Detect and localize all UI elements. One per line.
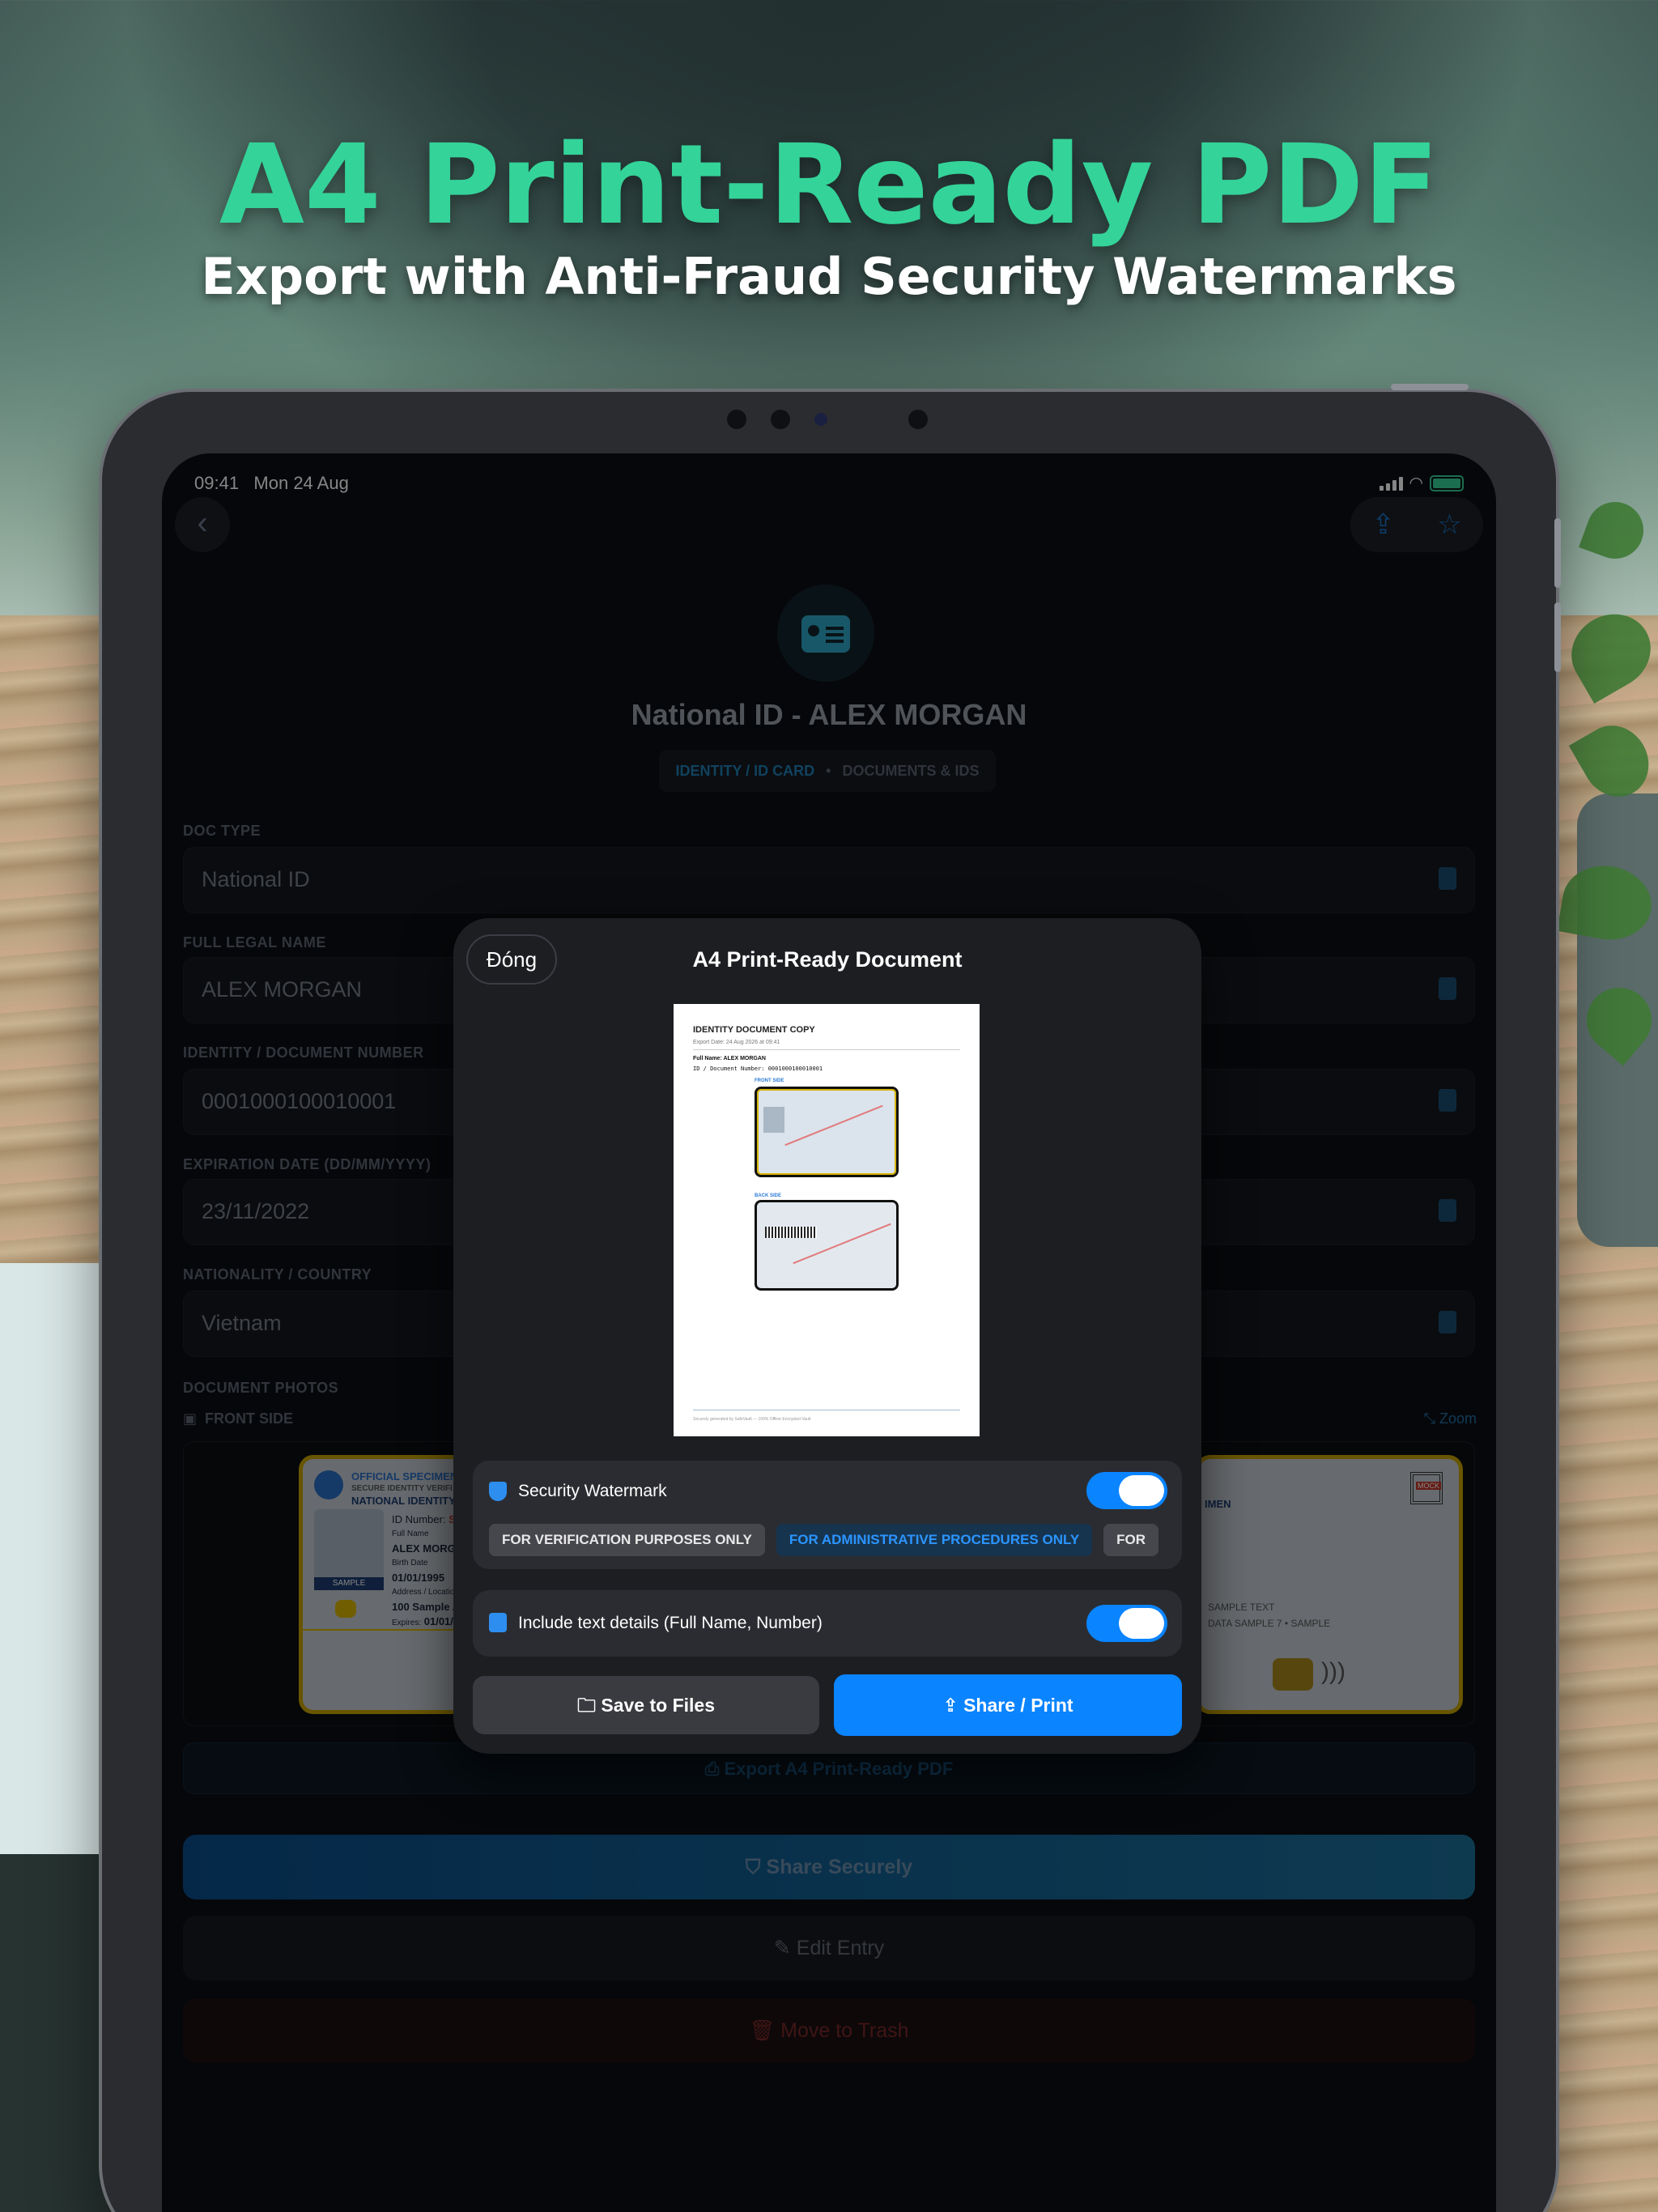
shield-icon (489, 1482, 507, 1501)
marketing-headline: A4 Print-Ready PDF (219, 121, 1439, 249)
device-volume-button (1554, 518, 1561, 588)
watermark-options: FOR VERIFICATION PURPOSES ONLY FOR ADMINI… (489, 1524, 1166, 1556)
tablet-screen: 09:41 Mon 24 Aug ◠ ‹ ⇪ ☆ National ID - A… (162, 453, 1496, 2212)
preview-footer: Securely generated by SafeVault — 100% O… (693, 1417, 811, 1422)
device-top-button (1391, 384, 1469, 390)
watermark-label: Security Watermark (518, 1482, 667, 1500)
camera-lens (771, 410, 790, 429)
preview-back-card (755, 1200, 899, 1291)
camera-lens (727, 410, 746, 429)
barcode-icon (765, 1227, 817, 1238)
share-print-label: Share / Print (963, 1695, 1073, 1716)
watermark-option[interactable]: FOR VERIFICATION PURPOSES ONLY (489, 1524, 765, 1556)
preview-front-label: FRONT SIDE (755, 1078, 784, 1083)
watermark-option-selected[interactable]: FOR ADMINISTRATIVE PROCEDURES ONLY (776, 1524, 1093, 1556)
save-to-files-label: Save to Files (601, 1695, 715, 1716)
preview-front-card (755, 1087, 899, 1177)
preview-id-number: ID / Document Number: 0001000100010001 (693, 1066, 823, 1072)
text-details-label: Include text details (Full Name, Number) (518, 1614, 823, 1632)
preview-full-name: Full Name: ALEX MORGAN (693, 1056, 766, 1061)
text-details-toggle[interactable] (1086, 1605, 1167, 1642)
a4-preview: IDENTITY DOCUMENT COPY Export Date: 24 A… (674, 1004, 980, 1436)
camera-lens (908, 410, 928, 429)
share-print-button[interactable]: ⇪ Share / Print (834, 1674, 1182, 1736)
print-export-modal: Đóng A4 Print-Ready Document IDENTITY DO… (453, 918, 1201, 1754)
camera-sensor (814, 413, 827, 426)
preview-divider (693, 1049, 960, 1050)
modal-title: A4 Print-Ready Document (692, 947, 963, 972)
marketing-subheadline: Export with Anti-Fraud Security Watermar… (201, 247, 1457, 306)
preview-export-date: Export Date: 24 Aug 2026 at 09:41 (693, 1040, 780, 1045)
text-details-panel: Include text details (Full Name, Number) (473, 1590, 1182, 1657)
share-icon: ⇪ (942, 1695, 959, 1716)
preview-back-label: BACK SIDE (755, 1193, 782, 1198)
watermark-panel: Security Watermark FOR VERIFICATION PURP… (473, 1461, 1182, 1569)
preview-photo (763, 1107, 784, 1133)
document-icon (489, 1613, 507, 1632)
camera-bar (721, 410, 931, 429)
device-volume-button (1554, 602, 1561, 672)
folder-add-icon: 🗀 (576, 1695, 596, 1716)
preview-heading: IDENTITY DOCUMENT COPY (693, 1025, 815, 1035)
watermark-option[interactable]: FOR (1103, 1524, 1159, 1556)
watermark-toggle[interactable] (1086, 1472, 1167, 1509)
save-to-files-button[interactable]: 🗀 Save to Files (473, 1676, 819, 1734)
